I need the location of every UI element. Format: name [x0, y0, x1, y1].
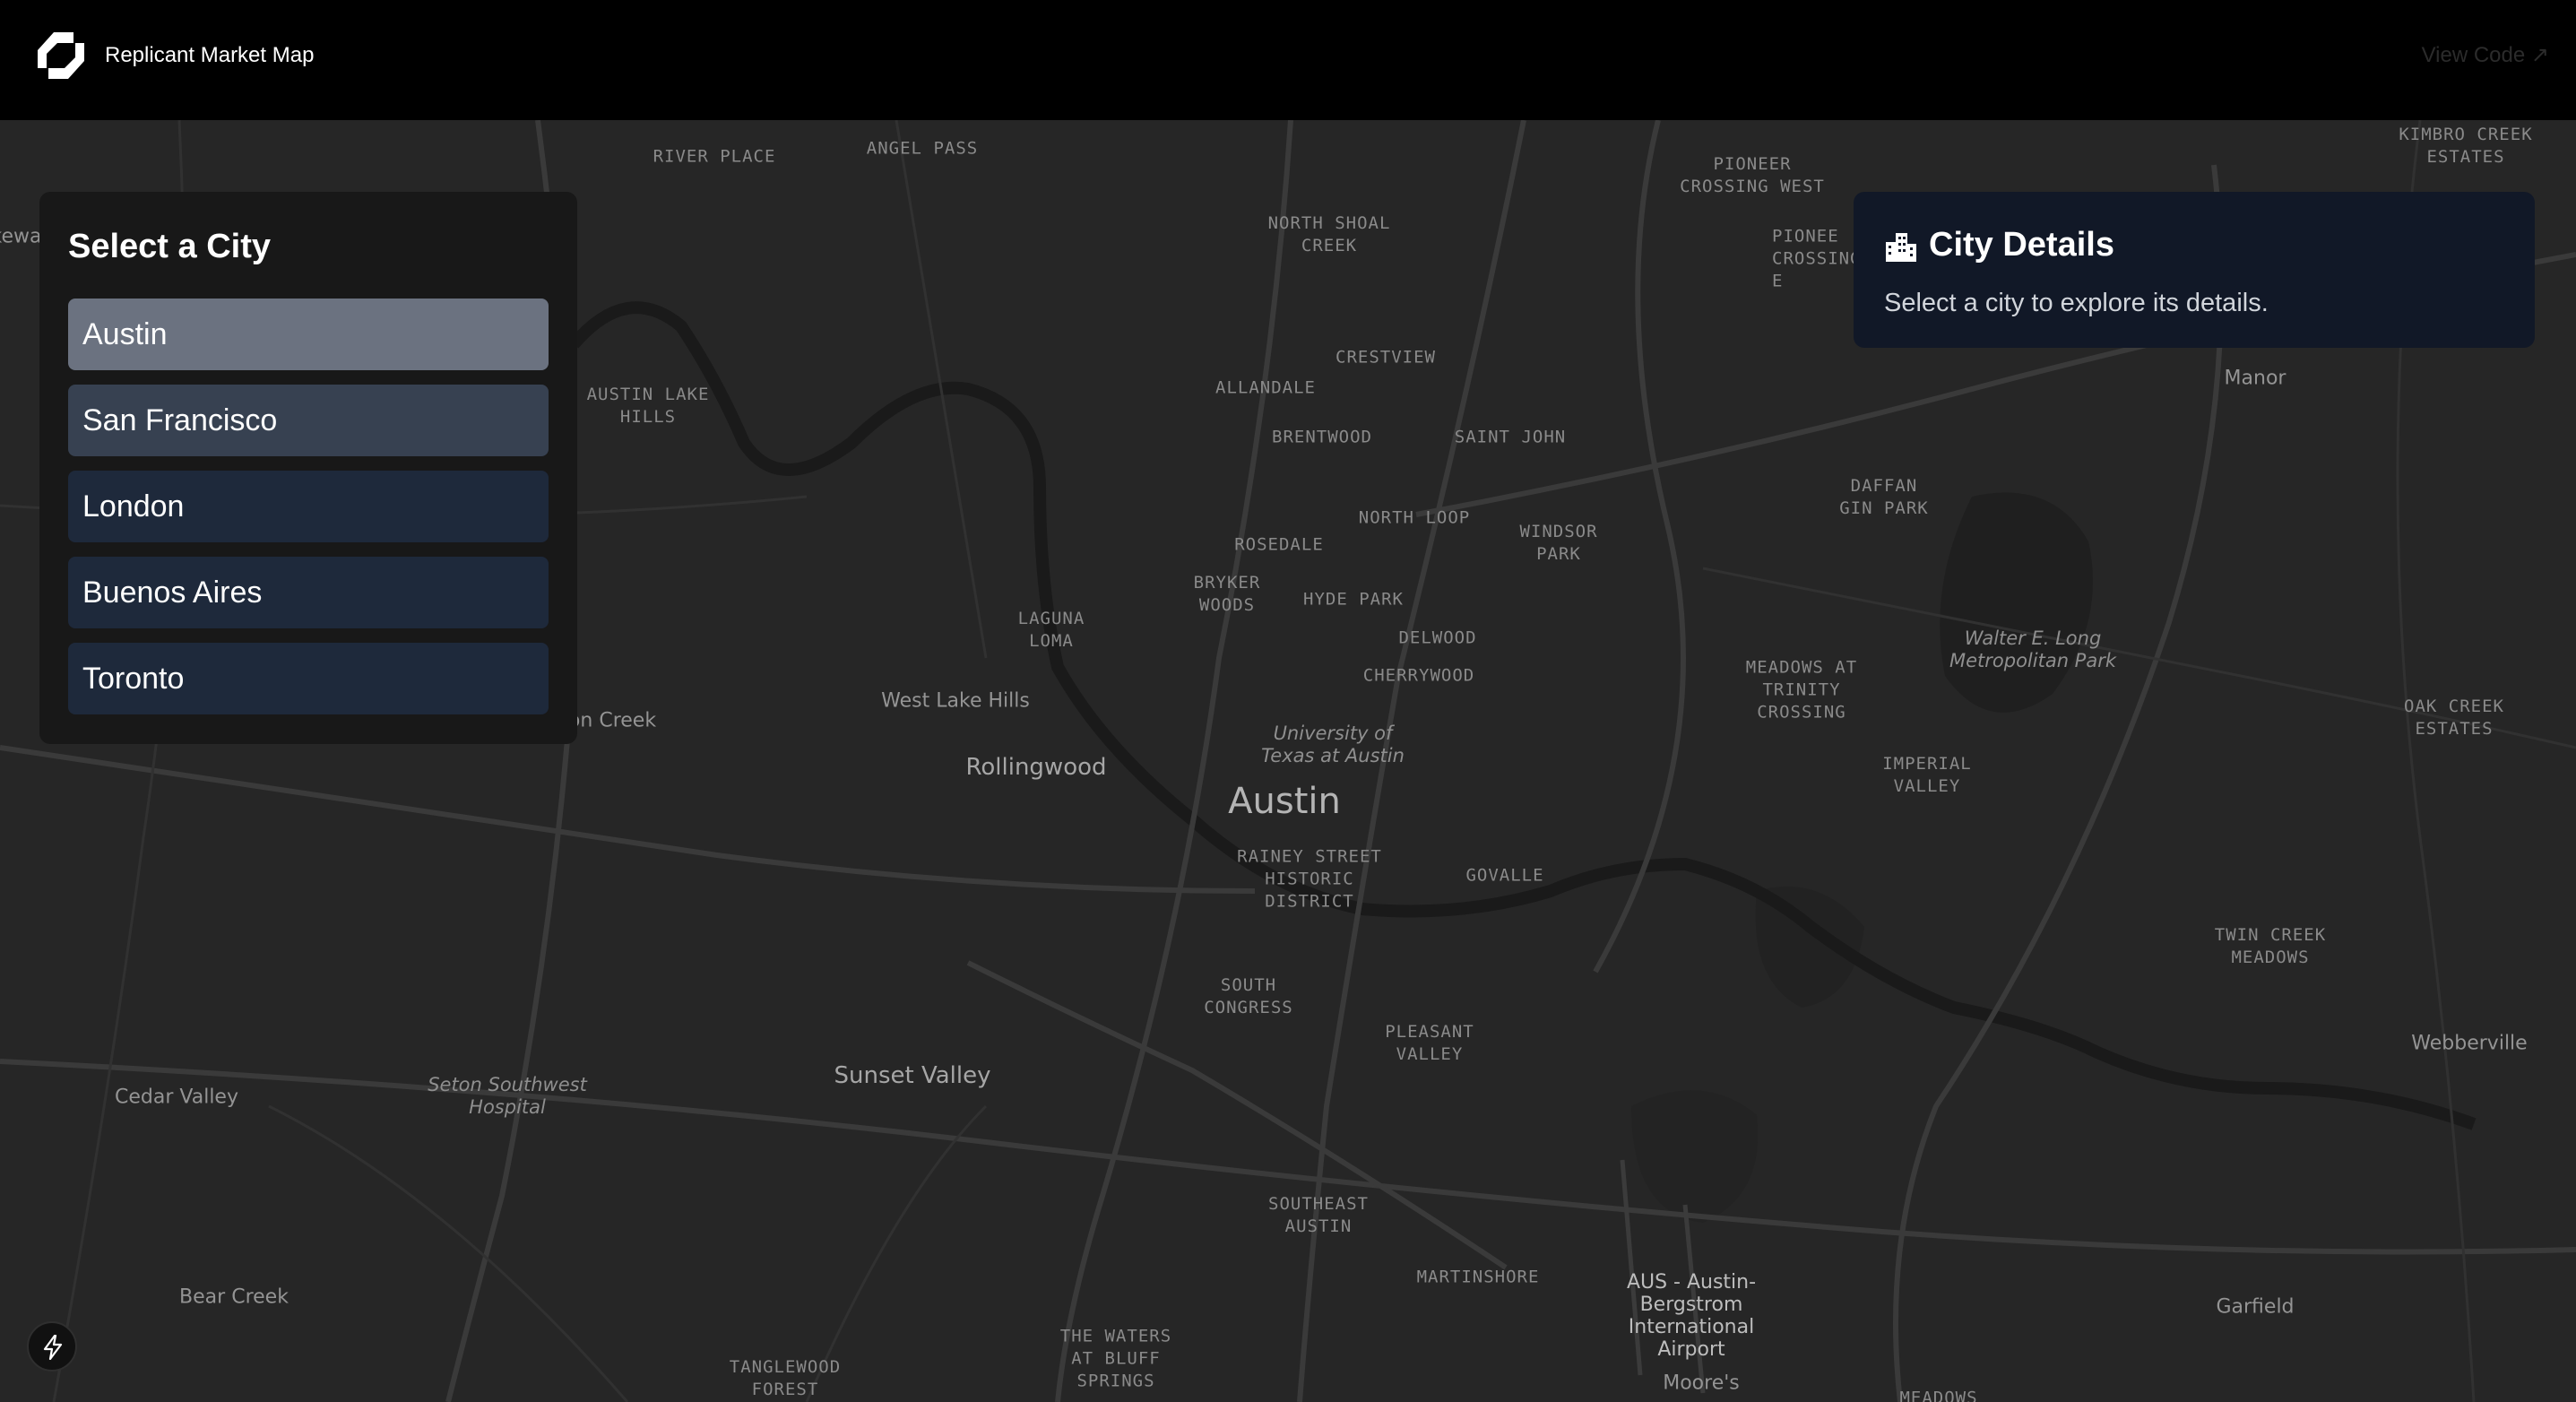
map-label: DAFFAN GIN PARK: [1839, 476, 1929, 518]
map-label: BRYKER WOODS: [1193, 573, 1261, 615]
panel-title: Select a City: [68, 228, 271, 265]
map-label: University of Texas at Austin: [1261, 723, 1405, 766]
map-label: Rollingwood: [965, 754, 1107, 781]
map-label: Webberville: [2411, 1032, 2528, 1055]
city-selector-panel: Select a City Austin San Francisco Londo…: [39, 192, 577, 744]
bolt-icon: [43, 1335, 63, 1360]
map-label: Sunset Valley: [834, 1062, 991, 1089]
map-label: ALLANDALE: [1215, 377, 1316, 398]
app-title: Replicant Market Map: [105, 43, 315, 67]
city-button-buenos-aires[interactable]: Buenos Aires: [68, 557, 549, 628]
map-label: SOUTHEAST AUSTIN: [1268, 1194, 1369, 1236]
map-label: LAGUNA LOMA: [1017, 609, 1085, 651]
map-label: MEADOWS AT TRINITY CROSSING: [1745, 657, 1858, 723]
map-label: GOVALLE: [1465, 865, 1544, 886]
map-label: Cedar Valley: [115, 1086, 238, 1109]
map-label: KIMBRO CREEK ESTATES: [2399, 125, 2533, 167]
map-label: IMPERIAL VALLEY: [1882, 754, 1972, 796]
map-label: Moore's: [1663, 1372, 1740, 1395]
map-label: DELWOOD: [1398, 627, 1477, 648]
replicant-logo-icon[interactable]: [34, 29, 88, 82]
map-label: TWIN CREEK MEADOWS: [2214, 925, 2327, 967]
map-label: MARTINSHORE: [1416, 1267, 1540, 1287]
map-label: BRENTWOOD: [1272, 427, 1372, 447]
map-label: NORTH LOOP: [1358, 507, 1471, 528]
details-title: City Details: [1929, 226, 2114, 264]
map-label: WINDSOR PARK: [1519, 522, 1598, 564]
map-label: SOUTH CONGRESS: [1204, 975, 1293, 1017]
city-button-london[interactable]: London: [68, 471, 549, 542]
details-description: Select a city to explore its details.: [1884, 289, 2269, 317]
bolt-button[interactable]: [27, 1321, 77, 1372]
city-button-austin[interactable]: Austin: [68, 299, 549, 370]
map-label: SAINT JOHN: [1454, 427, 1567, 447]
map-label: West Lake Hills: [881, 689, 1030, 713]
map-label: Manor: [2224, 367, 2286, 390]
map-label: NORTH SHOAL CREEK: [1267, 213, 1391, 255]
city-details-panel: City Details Select a city to explore it…: [1854, 192, 2535, 348]
city-button-san-francisco[interactable]: San Francisco: [68, 385, 549, 456]
map-label: THE WATERS AT BLUFF SPRINGS: [1059, 1326, 1172, 1391]
map-label: AUSTIN LAKE HILLS: [586, 385, 710, 427]
map-label: HYDE PARK: [1303, 589, 1404, 610]
buildings-icon: [1886, 233, 1916, 262]
map-label: RAINEY STREET HISTORIC DISTRICT: [1237, 846, 1382, 912]
app-header: Replicant Market Map View Code ↗: [0, 0, 2576, 120]
map-label: on Creek: [567, 709, 657, 732]
map-label: MEADOWS: [1899, 1388, 1978, 1402]
city-button-toronto[interactable]: Toronto: [68, 643, 549, 714]
map-label: TANGLEWOOD FOREST: [729, 1357, 842, 1399]
map-label: PLEASANT VALLEY: [1385, 1022, 1474, 1064]
map-label: ROSEDALE: [1234, 534, 1324, 555]
map-label: CHERRYWOOD: [1362, 665, 1475, 686]
map-label: CRESTVIEW: [1336, 347, 1436, 368]
map-label: Austin: [1228, 781, 1341, 822]
city-list: Austin San Francisco London Buenos Aires…: [68, 299, 549, 729]
map-label: PIONEER CROSSING WEST: [1680, 154, 1825, 196]
map-label: Seton Southwest Hospital: [428, 1074, 587, 1118]
map-label: kewa: [0, 225, 42, 248]
view-code-link[interactable]: View Code ↗: [2422, 39, 2549, 72]
map-label: Garfield: [2216, 1295, 2295, 1319]
map-label: Walter E. Long Metropolitan Park: [1949, 627, 2117, 671]
map-label: OAK CREEK ESTATES: [2404, 697, 2504, 739]
map-label: AUS - Austin-Bergstrom International Air…: [1626, 1271, 1757, 1361]
map-label: Bear Creek: [179, 1285, 289, 1309]
map-label: RIVER PLACE: [653, 146, 776, 167]
map-label: ANGEL PASS: [866, 138, 979, 159]
